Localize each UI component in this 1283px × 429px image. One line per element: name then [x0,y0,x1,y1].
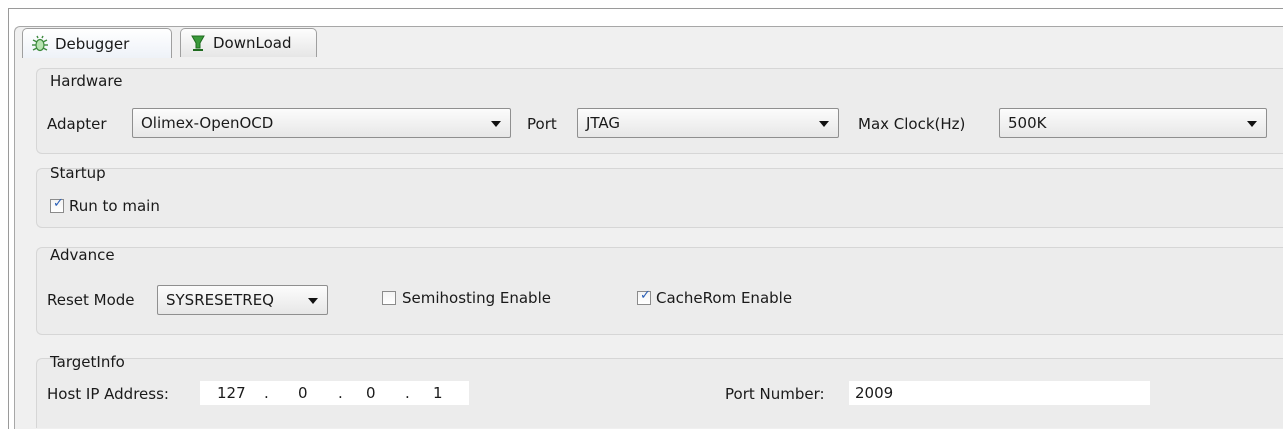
ip-octet-3: 0 [366,384,376,402]
reset-mode-label: Reset Mode [47,291,135,309]
ip-dot: . [405,384,410,402]
ip-dot: . [338,384,343,402]
host-ip-input[interactable]: 127 . 0 . 0 . 1 [200,381,469,405]
ip-octet-4: 1 [433,384,443,402]
port-label: Port [527,115,557,133]
cacherom-label[interactable]: CacheRom Enable [656,289,792,307]
adapter-dropdown[interactable]: Olimex-OpenOCD [132,108,511,138]
run-to-main-label[interactable]: Run to main [69,197,160,215]
bug-icon [31,35,49,53]
advance-group-title: Advance [50,246,115,264]
chevron-down-icon [308,298,318,304]
semihosting-checkbox[interactable] [382,291,396,305]
chevron-down-icon [819,121,829,127]
max-clock-label: Max Clock(Hz) [858,115,966,133]
max-clock-dropdown-value: 500K [1008,114,1047,132]
check-mark-icon: ✓ [53,196,64,211]
port-dropdown-value: JTAG [586,114,621,132]
startup-group-title: Startup [50,164,106,182]
chevron-down-icon [491,121,501,127]
tab-label: Debugger [55,34,130,53]
run-to-main-checkbox[interactable]: ✓ [50,196,64,213]
adapter-dropdown-value: Olimex-OpenOCD [141,114,274,132]
reset-mode-dropdown[interactable]: SYSRESETREQ [157,285,328,315]
targetinfo-group-title: TargetInfo [50,353,125,371]
port-dropdown[interactable]: JTAG [577,108,839,138]
host-ip-label: Host IP Address: [47,385,169,403]
port-number-label: Port Number: [725,385,825,403]
download-icon [189,34,207,52]
port-number-value: 2009 [855,384,894,402]
startup-group [36,168,1283,228]
adapter-label: Adapter [47,115,107,133]
cacherom-checkbox[interactable]: ✓ [637,288,651,305]
semihosting-label[interactable]: Semihosting Enable [402,289,551,307]
reset-mode-dropdown-value: SYSRESETREQ [166,291,274,309]
chevron-down-icon [1247,121,1257,127]
tab-download[interactable]: DownLoad [180,28,317,57]
max-clock-dropdown[interactable]: 500K [999,108,1267,138]
tab-label: DownLoad [213,34,292,52]
tab-debugger[interactable]: Debugger [22,28,172,58]
hardware-group-title: Hardware [50,72,123,90]
ip-dot: . [264,384,269,402]
ip-octet-2: 0 [298,384,308,402]
check-mark-icon: ✓ [640,288,651,303]
port-number-input[interactable]: 2009 [849,381,1150,405]
ip-octet-1: 127 [217,384,246,402]
